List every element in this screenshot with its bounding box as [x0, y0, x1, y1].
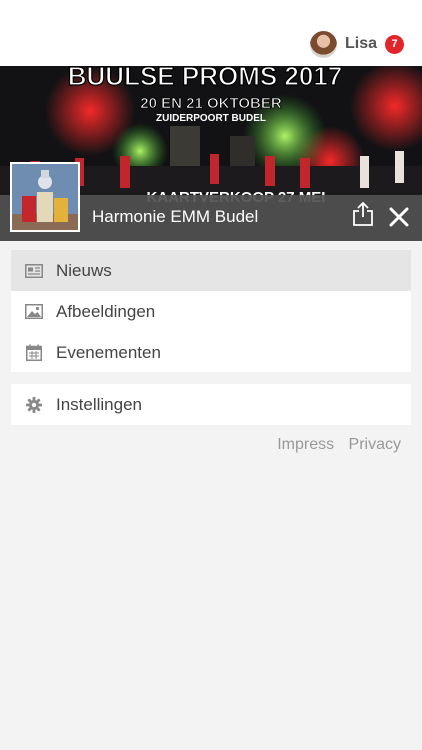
menu-item-afbeeldingen[interactable]: Afbeeldingen [11, 291, 411, 332]
user-name[interactable]: Lisa [345, 35, 377, 53]
menu-item-label: Nieuws [56, 260, 112, 280]
notification-badge[interactable]: 7 [385, 34, 404, 54]
impress-link[interactable]: Impress [277, 436, 334, 453]
footer-links: Impress Privacy [267, 436, 401, 454]
group-logo[interactable] [10, 162, 80, 232]
image-icon [25, 303, 43, 321]
share-icon [353, 201, 373, 226]
close-button[interactable] [389, 207, 409, 227]
user-profile-button[interactable]: Lisa 7 [309, 30, 404, 58]
menu-item-instellingen[interactable]: Instellingen [11, 384, 411, 425]
menu-item-label: Afbeeldingen [56, 301, 156, 321]
banner-headline: BUULSE PROMS 2017 [68, 66, 343, 91]
top-bar: Lisa 7 [0, 0, 422, 66]
navigation-menu: Nieuws Afbeeldingen Evenementen [11, 250, 411, 372]
menu-item-label: Evenementen [56, 342, 161, 362]
privacy-link[interactable]: Privacy [349, 436, 401, 453]
settings-menu: Instellingen [11, 384, 411, 425]
menu-item-nieuws[interactable]: Nieuws [11, 250, 411, 291]
menu-item-label: Instellingen [56, 394, 143, 414]
avatar[interactable] [309, 30, 337, 58]
gear-icon [25, 396, 43, 414]
banner-venue: ZUIDERPOORT BUDEL [156, 113, 266, 124]
menu-item-evenementen[interactable]: Evenementen [11, 332, 411, 373]
banner-date: 20 EN 21 OKTOBER [140, 95, 282, 112]
newspaper-icon [25, 262, 43, 280]
group-name: Harmonie EMM Budel [92, 207, 259, 226]
calendar-icon [25, 344, 43, 362]
share-button[interactable] [352, 201, 374, 226]
close-icon [389, 207, 409, 227]
